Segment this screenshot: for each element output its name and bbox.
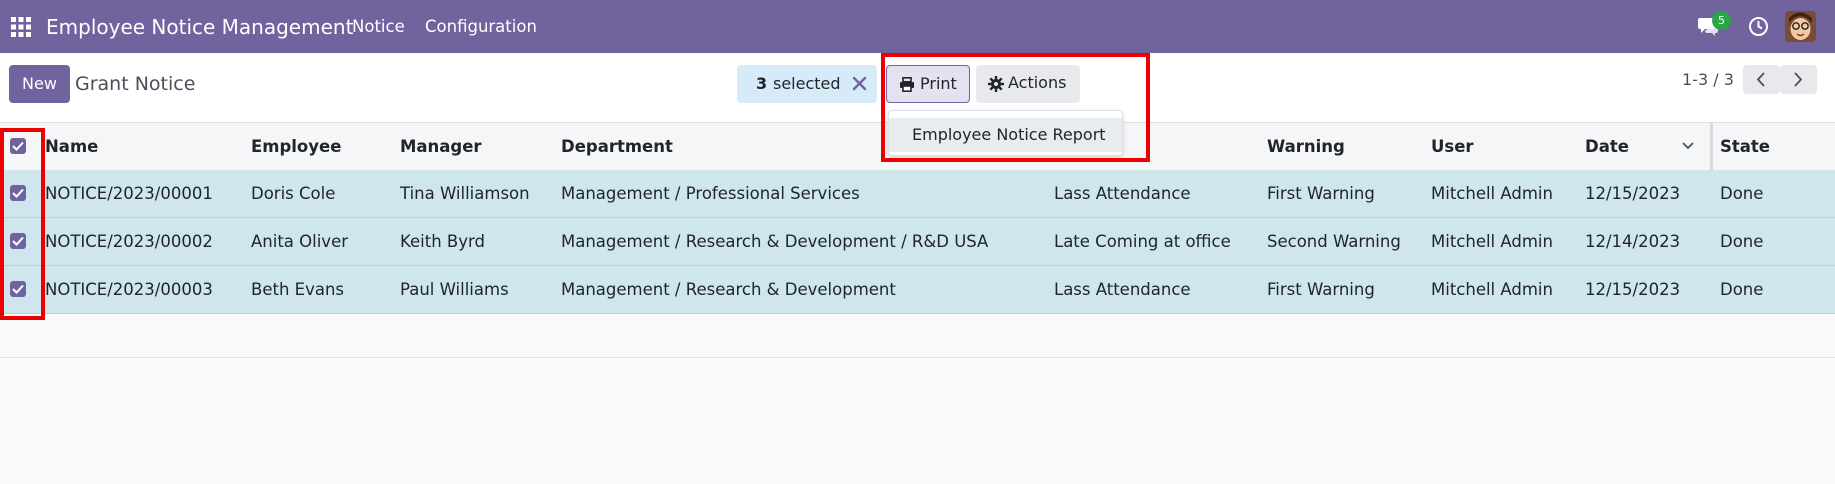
- cell-department: Management / Professional Services: [561, 184, 860, 203]
- cell-warning: Second Warning: [1267, 232, 1401, 251]
- column-header-manager[interactable]: Manager: [400, 137, 482, 156]
- print-dropdown-menu: Employee Notice Report: [888, 110, 1123, 156]
- chat-badge: 5: [1712, 11, 1731, 30]
- avatar[interactable]: [1785, 11, 1816, 42]
- cell-employee: Anita Oliver: [251, 232, 349, 251]
- column-header-warning[interactable]: Warning: [1267, 137, 1345, 156]
- cell-state: Done: [1720, 232, 1764, 251]
- cell-warning: First Warning: [1267, 280, 1375, 299]
- column-header-employee[interactable]: Employee: [251, 137, 341, 156]
- cell-date: 12/15/2023: [1585, 184, 1681, 203]
- cell-date: 12/14/2023: [1585, 232, 1681, 251]
- chevron-right-icon: [1794, 72, 1803, 87]
- column-header-department[interactable]: Department: [561, 137, 673, 156]
- cell-user: Mitchell Admin: [1431, 184, 1553, 203]
- selected-label: selected: [773, 74, 841, 93]
- cell-user: Mitchell Admin: [1431, 232, 1553, 251]
- cell-reason: Late Coming at office: [1054, 232, 1231, 251]
- checkbox-checked-icon: [12, 141, 24, 151]
- column-header-state[interactable]: State: [1720, 137, 1770, 156]
- sort-chevron-icon[interactable]: [1681, 139, 1695, 153]
- selected-count: 3: [756, 74, 768, 93]
- breadcrumb: Grant Notice: [75, 73, 196, 95]
- column-divider[interactable]: [1710, 123, 1713, 170]
- cell-employee: Beth Evans: [251, 280, 344, 299]
- checkbox-checked-icon: [12, 284, 24, 294]
- table-bottom-divider: [0, 357, 1835, 358]
- menu-configuration[interactable]: Configuration: [425, 17, 537, 36]
- cell-department: Management / Research & Development: [561, 280, 896, 299]
- menu-notice[interactable]: Notice: [352, 17, 405, 36]
- cell-employee: Doris Cole: [251, 184, 336, 203]
- print-label: Print: [920, 74, 957, 93]
- table-row[interactable]: NOTICE/2023/00003 Beth Evans Paul Willia…: [0, 266, 1835, 314]
- cell-date: 12/15/2023: [1585, 280, 1681, 299]
- cell-user: Mitchell Admin: [1431, 280, 1553, 299]
- table-row[interactable]: NOTICE/2023/00002 Anita Oliver Keith Byr…: [0, 218, 1835, 266]
- select-all-checkbox[interactable]: [10, 138, 26, 154]
- checkbox-checked-icon: [12, 188, 24, 198]
- close-icon[interactable]: [851, 75, 868, 92]
- new-button[interactable]: New: [9, 65, 70, 103]
- table-row[interactable]: NOTICE/2023/00001 Doris Cole Tina Willia…: [0, 170, 1835, 218]
- cell-warning: First Warning: [1267, 184, 1375, 203]
- pager-next-button[interactable]: [1780, 65, 1817, 94]
- cell-reason: Lass Attendance: [1054, 280, 1191, 299]
- cell-state: Done: [1720, 184, 1764, 203]
- column-header-user[interactable]: User: [1431, 137, 1474, 156]
- row-checkbox[interactable]: [10, 281, 26, 297]
- cell-name: NOTICE/2023/00003: [45, 280, 213, 299]
- cell-reason: Lass Attendance: [1054, 184, 1191, 203]
- cell-name: NOTICE/2023/00002: [45, 232, 213, 251]
- actions-label: Actions: [1008, 73, 1067, 92]
- actions-button[interactable]: Actions: [976, 65, 1080, 103]
- cell-state: Done: [1720, 280, 1764, 299]
- chevron-left-icon: [1756, 72, 1765, 87]
- selection-indicator: 3 selected: [737, 65, 877, 103]
- cell-manager: Tina Williamson: [400, 184, 530, 203]
- pager-previous-button[interactable]: [1743, 65, 1780, 94]
- column-header-date[interactable]: Date: [1585, 137, 1629, 156]
- cell-manager: Paul Williams: [400, 280, 509, 299]
- column-header-name[interactable]: Name: [45, 137, 98, 156]
- pager-value[interactable]: 1-3 / 3: [1682, 70, 1734, 89]
- print-icon: [900, 77, 914, 92]
- cell-manager: Keith Byrd: [400, 232, 485, 251]
- print-button[interactable]: Print: [886, 65, 970, 103]
- dropdown-item-employee-notice-report[interactable]: Employee Notice Report: [889, 118, 1122, 152]
- top-navbar: Employee Notice Management Notice Config…: [0, 0, 1835, 53]
- cell-department: Management / Research & Development / R&…: [561, 232, 989, 251]
- clock-icon[interactable]: [1748, 16, 1769, 37]
- app-title[interactable]: Employee Notice Management: [46, 15, 353, 39]
- row-checkbox[interactable]: [10, 233, 26, 249]
- checkbox-checked-icon: [12, 236, 24, 246]
- gear-icon: [988, 76, 1004, 92]
- apps-grid-icon[interactable]: [11, 17, 31, 37]
- cell-name: NOTICE/2023/00001: [45, 184, 213, 203]
- row-checkbox[interactable]: [10, 185, 26, 201]
